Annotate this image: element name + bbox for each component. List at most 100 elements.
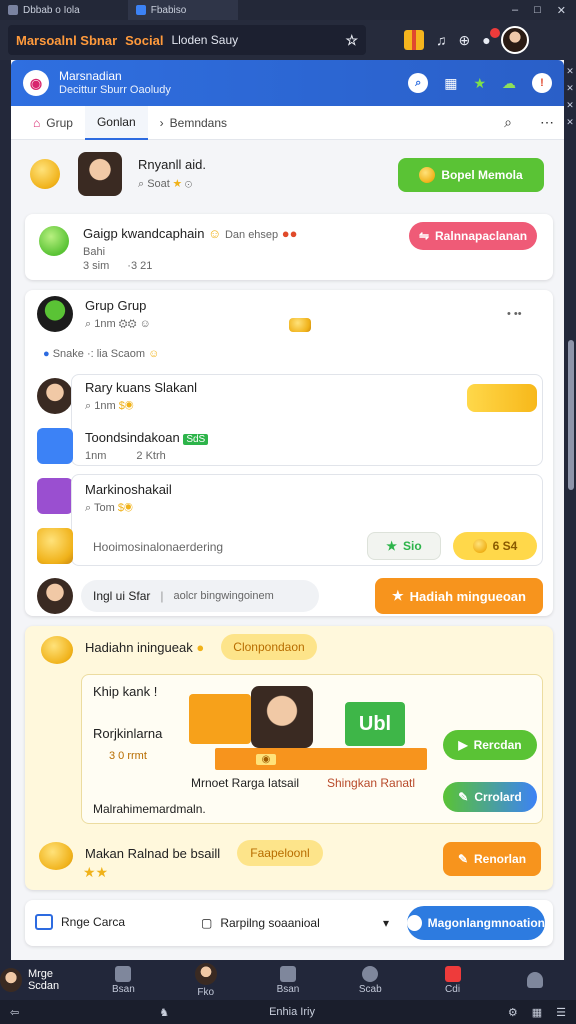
brand-tagline: Decittur Sburr Oaoludy xyxy=(59,84,171,96)
header-icons: ♫ ⊕ ● xyxy=(404,28,501,50)
footer-label: Rnge Carca xyxy=(61,915,126,929)
leaf-icon: ✎ xyxy=(458,790,469,804)
nav-house[interactable]: Bsan xyxy=(247,965,329,995)
coin-icon: $◉ xyxy=(117,502,133,514)
notification-badge xyxy=(490,28,501,38)
star-icon[interactable]: ★ xyxy=(473,75,486,92)
tab-gonlan[interactable]: Gonlan xyxy=(84,105,148,140)
nav-label: Bsan xyxy=(112,983,135,995)
renorlan-button[interactable]: ✎ Renorlan xyxy=(443,842,541,876)
alert-icon[interactable]: ! xyxy=(532,73,552,93)
bopel-memola-button[interactable]: Bopel Memola xyxy=(398,158,544,192)
grid-icon[interactable]: ▦ xyxy=(444,75,457,92)
os-tab-1[interactable]: Dbbab o Iola xyxy=(0,0,88,20)
nav-profile[interactable]: Fko xyxy=(165,962,247,998)
member-meta: ⌕ 1nm $◉ xyxy=(85,400,134,412)
minimize-icon[interactable]: – xyxy=(512,4,518,17)
button-label: Ralnnapaclanan xyxy=(435,229,528,243)
nav-search[interactable]: Scab xyxy=(329,965,411,995)
os-tab-2[interactable]: Fbabiso xyxy=(127,0,238,20)
magonlang-button[interactable]: Magonlangmnoation xyxy=(407,906,545,940)
window-controls: – □ ✕ xyxy=(512,4,576,17)
tray-icons: ⚙ ▦ ☰ xyxy=(508,1006,566,1019)
ralnnapaclanan-button[interactable]: ⇋ Ralnnapaclanan xyxy=(409,222,537,250)
gift-box-icon xyxy=(189,694,251,744)
invite-meta-c: ·3 21 xyxy=(127,260,153,272)
star-icon: ★ xyxy=(172,178,182,190)
footer-label-row: Rnge Carca xyxy=(35,914,125,930)
close-icon[interactable]: ✕ xyxy=(557,4,566,17)
app-title-sub: Lloden Sauy xyxy=(171,33,239,47)
search-icon xyxy=(362,965,379,982)
member-meta-a: 1nm xyxy=(85,450,107,462)
person-icon xyxy=(526,972,543,988)
search-icon[interactable]: ⌕ xyxy=(504,114,512,131)
profile-row: Rnyanll aid. ⌕ Soat ★ ⊙ xyxy=(30,152,206,196)
coin-icon xyxy=(419,167,436,183)
tab-bemndans[interactable]: › Bemndans xyxy=(148,106,239,140)
nav-user[interactable]: Mrge Scdan xyxy=(0,968,82,992)
tab-grup[interactable]: ⌂ Grup xyxy=(21,106,85,140)
chat-input[interactable]: Ingl ui Sfar | aolcr bingwingoinem xyxy=(81,580,319,612)
invite-title-row: Gaigp kwandcaphain ☺ Dan ehsep ●● xyxy=(83,226,298,241)
member-name: Hooimosinalonaerdering xyxy=(93,540,224,554)
user-avatar[interactable] xyxy=(500,26,529,54)
hadiah-button[interactable]: ★ Hadiah mingueoan xyxy=(375,578,543,614)
back-icon[interactable]: ⇦ xyxy=(10,1006,19,1019)
reward-row-tag: Faapeloonl xyxy=(237,840,323,866)
chat-avatar[interactable] xyxy=(37,578,73,614)
gift-icon[interactable] xyxy=(404,30,424,50)
bottom-nav: Mrge Scdan Bsan Fko Bsan Scab Cdi xyxy=(0,960,576,1000)
coins-icon xyxy=(289,318,311,332)
profile-avatar[interactable] xyxy=(78,152,122,196)
member-name: Markinoshakail xyxy=(85,482,172,497)
member-action-button[interactable] xyxy=(467,384,537,412)
taskbar-icon[interactable]: ♞ xyxy=(159,1006,169,1019)
chat-text: Ingl ui Sfar xyxy=(93,589,151,603)
caption-b: Shingkan Ranatl xyxy=(327,776,416,790)
globe-icon[interactable]: ⊕ xyxy=(459,32,471,49)
settings-icon[interactable]: ⚙ xyxy=(508,1006,518,1019)
crrolard-button[interactable]: ✎ Crrolard xyxy=(443,782,537,812)
more-icon[interactable]: ⋯ xyxy=(540,114,554,131)
star-icon[interactable]: ☆ xyxy=(345,32,358,49)
coins-pill[interactable]: 6 S4 xyxy=(453,532,537,560)
brand-text: Marsnadian Decittur Sburr Oaoludy xyxy=(59,69,171,97)
member-name-row: Toondsindakoan SdS xyxy=(85,430,209,445)
coin-icon xyxy=(30,159,60,189)
bell-icon[interactable]: ♫ xyxy=(436,32,447,48)
group-card: Grup Grup ⌕ 1nm ⚙⚙ ☺ • •• ● Snake ·: lia… xyxy=(25,290,553,616)
button-label: Rercdan xyxy=(473,738,522,752)
group-sub-label: Snake ·: lia Scaom xyxy=(52,348,146,360)
invite-card: Gaigp kwandcaphain ☺ Dan ehsep ●● Bahi 3… xyxy=(25,214,553,280)
search-icon[interactable]: ⌕ xyxy=(408,73,429,93)
left-rail xyxy=(0,60,11,960)
rercdan-button[interactable]: ▶ Rercdan xyxy=(443,730,537,760)
scrollbar[interactable] xyxy=(568,340,574,490)
star-icon: ★ xyxy=(392,588,404,603)
footer-select[interactable]: ▢ Rarpilng soaanioal ▾ xyxy=(201,912,389,934)
reward-section: Hadiahn iningueak ● Clonpondaon Khip kan… xyxy=(25,626,553,890)
member-tag: ★ Sio xyxy=(367,532,441,560)
menu-icon[interactable]: ☰ xyxy=(556,1006,566,1019)
notification-icon[interactable]: ● xyxy=(482,28,501,48)
grid-icon[interactable]: ▦ xyxy=(532,1006,542,1019)
nav-chat[interactable]: Cdi xyxy=(411,965,493,995)
os-title-bar: Dbbab o Iola Fbabiso – □ ✕ xyxy=(0,0,576,20)
maximize-icon[interactable]: □ xyxy=(534,4,541,17)
coin-icon xyxy=(39,842,73,870)
more-icon[interactable]: • •• xyxy=(507,308,522,320)
chat-placeholder: aolcr bingwingoinem xyxy=(173,590,274,602)
invite-meta: 3 sim ·3 21 xyxy=(83,260,152,272)
profile-meta: ⌕ Soat ★ ⊙ xyxy=(138,178,193,190)
cloud-icon[interactable]: ☁ xyxy=(502,75,516,92)
invite-meta-b: 3 sim xyxy=(83,260,110,272)
reward-title: Hadiahn iningueak xyxy=(85,640,193,655)
member-meta-b: 2 Ktrh xyxy=(136,450,166,462)
nav-home[interactable]: Bsan xyxy=(82,965,164,995)
brand-logo-icon: ◉ xyxy=(23,70,49,96)
nav-account[interactable] xyxy=(494,972,576,988)
caption-a: Mrnoet Rarga Iatsail xyxy=(191,776,300,790)
smile-icon: ☺ xyxy=(148,348,160,360)
member-avatar[interactable] xyxy=(37,378,73,414)
